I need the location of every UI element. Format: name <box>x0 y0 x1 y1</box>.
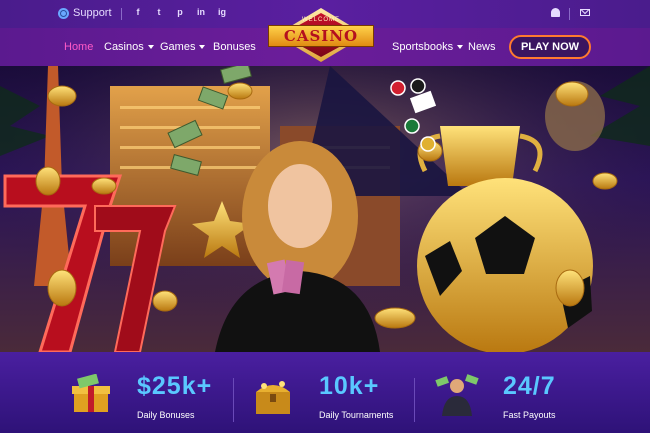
bell-icon[interactable] <box>551 8 560 17</box>
mail-icon[interactable] <box>580 9 590 16</box>
logo-welcome-text: WELCOME <box>301 17 340 23</box>
stat-value-tournaments: 10k+ <box>319 372 380 400</box>
divider <box>569 8 570 20</box>
chevron-down-icon <box>199 45 206 50</box>
nav-bonuses-label: Bonuses <box>213 41 256 53</box>
instagram-icon[interactable]: ig <box>217 7 227 17</box>
divider <box>414 378 415 422</box>
chevron-down-icon <box>147 45 154 50</box>
stat-value-bonuses: $25k+ <box>137 372 213 400</box>
nav-games[interactable]: Games <box>160 41 206 53</box>
social-links: f t p in ig <box>133 7 227 17</box>
nav-games-label: Games <box>160 41 196 53</box>
globe-icon <box>58 7 69 19</box>
nav-casinos-label: Casinos <box>104 41 144 53</box>
money-gift-icon <box>72 374 110 412</box>
stat-value-payouts: 24/7 <box>503 372 556 400</box>
hero-illustration <box>0 66 650 352</box>
support-link[interactable]: Support <box>58 7 112 19</box>
nav-sportsbooks-label: Sportsbooks <box>392 41 454 53</box>
nav-news[interactable]: News <box>468 41 496 53</box>
divider <box>233 378 234 422</box>
nav-news-label: News <box>468 41 496 53</box>
gold-soccer-ball <box>417 178 593 352</box>
support-label: Support <box>73 7 112 19</box>
nav-bonuses[interactable]: Bonuses <box>213 41 256 53</box>
nav-home[interactable]: Home <box>64 41 93 53</box>
linkedin-icon[interactable]: in <box>196 7 206 17</box>
treasure-chest-icon <box>256 381 290 414</box>
hero-banner <box>0 66 650 352</box>
stats-bar: $25k+ Daily Bonuses 10k+ Daily Tournamen… <box>0 352 650 433</box>
pinterest-icon[interactable]: p <box>175 7 185 17</box>
nav-home-label: Home <box>64 41 94 53</box>
twitter-icon[interactable]: t <box>154 7 164 17</box>
play-now-button[interactable]: PLAY NOW <box>509 35 591 59</box>
stat-label-bonuses: Daily Bonuses <box>137 410 195 420</box>
facebook-icon[interactable]: f <box>133 7 143 17</box>
logo-name: CASINO <box>268 25 374 47</box>
stat-label-tournaments: Daily Tournaments <box>319 410 394 420</box>
chevron-down-icon <box>457 45 464 50</box>
casino-logo[interactable]: WELCOME CASINO <box>262 5 380 65</box>
divider <box>121 8 122 20</box>
payout-person-icon <box>435 374 479 416</box>
nav-casinos[interactable]: Casinos <box>104 41 154 53</box>
nav-sportsbooks[interactable]: Sportsbooks <box>392 41 464 53</box>
stat-label-payouts: Fast Payouts <box>503 410 556 420</box>
